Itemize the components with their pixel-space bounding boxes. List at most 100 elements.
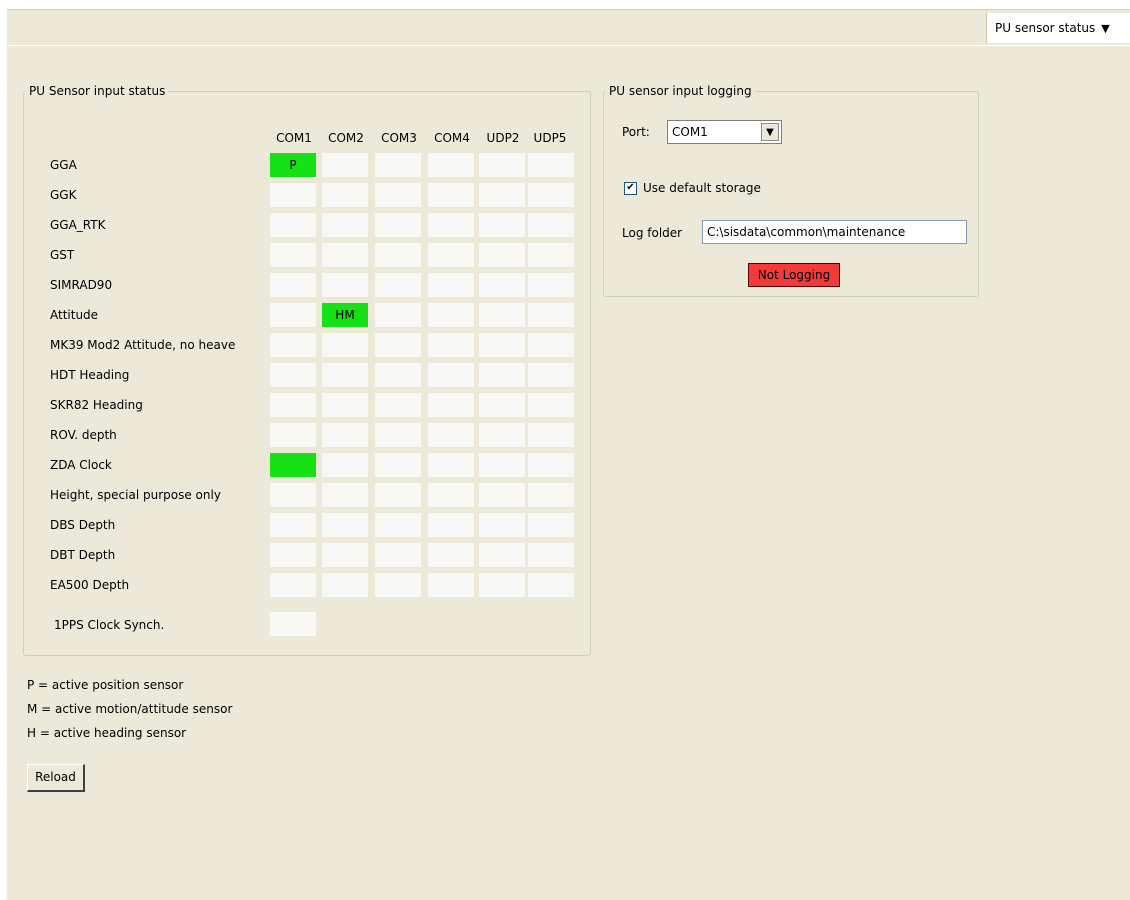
status-cell [479, 303, 525, 327]
pps-status-cell [270, 612, 316, 636]
reload-button[interactable]: Reload [27, 764, 85, 792]
status-cell [479, 363, 525, 387]
sensor-row-label: DBT Depth [50, 548, 116, 562]
status-cell [322, 453, 368, 477]
status-cell [479, 453, 525, 477]
status-cell [322, 423, 368, 447]
status-cell [528, 453, 574, 477]
status-cell [375, 423, 421, 447]
status-cell [528, 363, 574, 387]
status-cell [375, 573, 421, 597]
port-select[interactable]: COM1 ▼ [667, 120, 782, 144]
status-cell [322, 153, 368, 177]
sensor-row-label: MK39 Mod2 Attitude, no heave [50, 338, 236, 352]
sensor-row-label: SKR82 Heading [50, 398, 143, 412]
status-cell [528, 423, 574, 447]
status-cell [375, 453, 421, 477]
status-cell [375, 363, 421, 387]
status-cell [322, 213, 368, 237]
legend-heading: H = active heading sensor [27, 726, 187, 740]
status-cell [428, 333, 474, 357]
status-cell [270, 453, 316, 477]
status-cell [428, 303, 474, 327]
status-cell [375, 303, 421, 327]
sensor-row-label: ZDA Clock [50, 458, 112, 472]
sensor-row-label: ROV. depth [50, 428, 117, 442]
logging-toggle-button[interactable]: Not Logging [748, 263, 840, 287]
status-cell [528, 513, 574, 537]
pps-label: 1PPS Clock Synch. [54, 618, 165, 632]
column-header-udp2: UDP2 [486, 131, 520, 145]
column-header-com1: COM1 [276, 131, 312, 145]
use-default-storage-row[interactable]: ✔ Use default storage [624, 181, 761, 195]
status-cell [528, 393, 574, 417]
status-cell [322, 333, 368, 357]
status-cell [479, 543, 525, 567]
sensor-row-label: GST [50, 248, 75, 262]
status-cell [322, 183, 368, 207]
sensor-row-label: HDT Heading [50, 368, 130, 382]
status-cell [270, 393, 316, 417]
status-cell [375, 483, 421, 507]
status-cell [375, 153, 421, 177]
status-cell [428, 573, 474, 597]
status-cell [479, 393, 525, 417]
status-cell [270, 273, 316, 297]
sensor-row-label: SIMRAD90 [50, 278, 113, 292]
status-cell [428, 183, 474, 207]
status-cell [375, 333, 421, 357]
status-cell [322, 393, 368, 417]
sensor-row-label: GGA [50, 158, 77, 172]
status-cell [322, 573, 368, 597]
status-cell [479, 153, 525, 177]
legend-position: P = active position sensor [27, 678, 184, 692]
status-cell [428, 483, 474, 507]
status-cell [270, 243, 316, 267]
status-cell [528, 183, 574, 207]
status-cell [528, 213, 574, 237]
status-cell [375, 513, 421, 537]
log-folder-input[interactable]: C:\sisdata\common\maintenance [702, 220, 967, 244]
sensor-row-label: Height, special purpose only [50, 488, 221, 502]
sensor-logging-title: PU sensor input logging [609, 84, 752, 98]
status-cell [479, 213, 525, 237]
column-header-com2: COM2 [328, 131, 364, 145]
status-cell [428, 423, 474, 447]
status-cell [375, 213, 421, 237]
status-cell [375, 183, 421, 207]
status-cell [479, 513, 525, 537]
status-cell [528, 483, 574, 507]
status-cell [428, 273, 474, 297]
status-cell [270, 423, 316, 447]
status-cell [270, 483, 316, 507]
status-cell [479, 483, 525, 507]
column-header-udp5: UDP5 [533, 131, 567, 145]
sensor-row-label: EA500 Depth [50, 578, 130, 592]
status-cell [428, 453, 474, 477]
log-folder-label: Log folder [622, 226, 683, 240]
column-header-com3: COM3 [381, 131, 417, 145]
status-cell [375, 393, 421, 417]
status-cell [528, 273, 574, 297]
view-selector-dropdown[interactable]: PU sensor status ▼ [986, 13, 1130, 43]
sensor-row-label: DBS Depth [50, 518, 116, 532]
status-cell [322, 273, 368, 297]
use-default-storage-checkbox[interactable]: ✔ [624, 181, 637, 195]
chevron-down-icon[interactable]: ▼ [761, 123, 779, 141]
port-label: Port: [622, 125, 650, 139]
status-cell [528, 243, 574, 267]
chevron-down-icon: ▼ [1101, 21, 1110, 35]
sensor-row-label: Attitude [50, 308, 99, 322]
top-toolbar: PU sensor status ▼ [7, 9, 1130, 46]
status-cell [270, 513, 316, 537]
sensor-row-label: GGA_RTK [50, 218, 106, 232]
status-cell [428, 243, 474, 267]
status-cell [528, 333, 574, 357]
status-cell [479, 573, 525, 597]
status-cell [428, 543, 474, 567]
status-cell [322, 363, 368, 387]
column-header-com4: COM4 [434, 131, 470, 145]
status-cell: HM [322, 303, 368, 327]
port-select-value: COM1 [672, 125, 708, 139]
use-default-storage-label: Use default storage [643, 181, 761, 195]
